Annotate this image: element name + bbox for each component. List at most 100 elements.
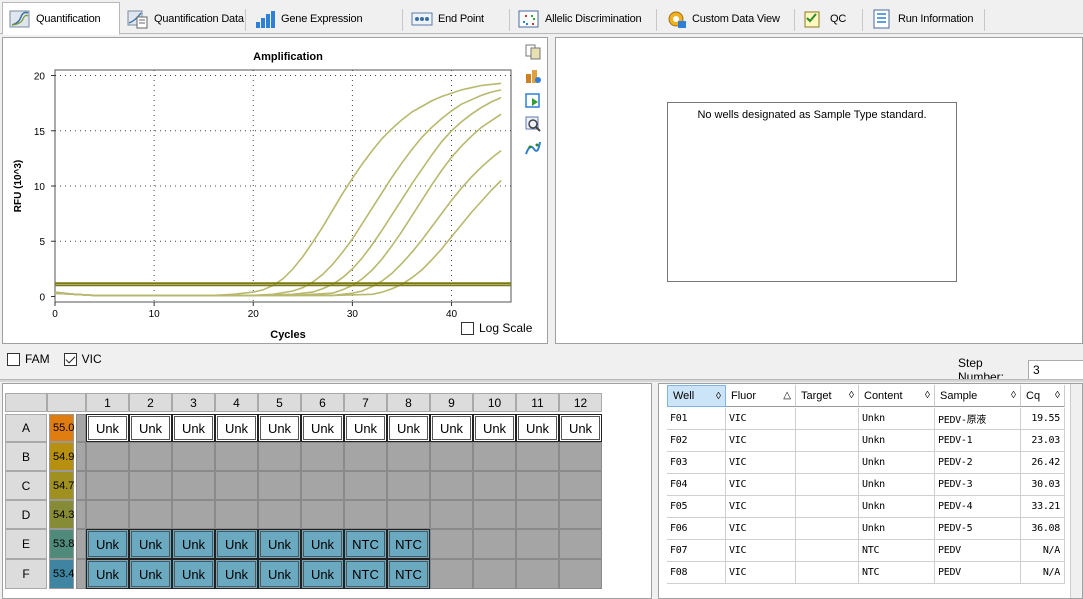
table-cell[interactable]: Unkn — [859, 518, 935, 540]
plate-well[interactable] — [559, 559, 602, 589]
plate-well[interactable]: Unk — [344, 414, 387, 442]
plate-well[interactable]: NTC — [344, 559, 387, 589]
table-cell[interactable] — [796, 562, 859, 584]
table-cell[interactable]: Unkn — [859, 452, 935, 474]
table-cell[interactable]: VIC — [726, 496, 796, 518]
plate-well[interactable] — [215, 442, 258, 471]
plate-well[interactable]: Unk — [559, 414, 602, 442]
plate-well[interactable]: Unk — [215, 559, 258, 589]
table-cell[interactable]: VIC — [726, 452, 796, 474]
table-cell[interactable]: F03 — [667, 452, 726, 474]
table-cell[interactable] — [796, 518, 859, 540]
plate-column-header[interactable]: 12 — [559, 393, 602, 412]
zoom-icon[interactable] — [524, 115, 542, 133]
plate-well[interactable]: Unk — [301, 559, 344, 589]
log-scale-checkbox[interactable] — [461, 321, 474, 335]
column-header-cq[interactable]: Cq ◊ — [1021, 385, 1065, 407]
plate-well[interactable] — [172, 500, 215, 529]
table-cell[interactable]: Unkn — [859, 408, 935, 430]
plate-well[interactable] — [129, 500, 172, 529]
plate-well[interactable]: Unk — [172, 529, 215, 559]
plate-well[interactable]: Unk — [129, 559, 172, 589]
plate-well[interactable] — [387, 500, 430, 529]
plate-well[interactable]: Unk — [387, 414, 430, 442]
column-header-target[interactable]: Target ◊ — [796, 385, 859, 407]
plate-column-header[interactable]: 9 — [430, 393, 473, 412]
plate-well[interactable] — [559, 500, 602, 529]
table-cell[interactable]: 23.03 — [1021, 430, 1065, 452]
table-scrollbar[interactable] — [1070, 384, 1082, 598]
plate-row-header[interactable]: B — [5, 442, 47, 471]
log-scale-toggle[interactable]: Log Scale — [461, 321, 532, 335]
table-cell[interactable] — [796, 474, 859, 496]
table-cell[interactable]: F05 — [667, 496, 726, 518]
plate-well[interactable] — [430, 442, 473, 471]
plate-column-header[interactable]: 8 — [387, 393, 430, 412]
refresh-icon[interactable] — [524, 91, 542, 109]
table-cell[interactable]: VIC — [726, 518, 796, 540]
column-header-content[interactable]: Content ◊ — [859, 385, 935, 407]
table-cell[interactable]: PEDV-3 — [935, 474, 1021, 496]
table-cell[interactable]: PEDV — [935, 562, 1021, 584]
plate-well[interactable]: Unk — [172, 414, 215, 442]
tab-end-point[interactable]: End Point — [404, 4, 511, 34]
table-cell[interactable]: VIC — [726, 474, 796, 496]
plate-well[interactable] — [516, 442, 559, 471]
plate-well[interactable]: Unk — [258, 529, 301, 559]
plate-well[interactable] — [559, 529, 602, 559]
table-cell[interactable]: Unkn — [859, 430, 935, 452]
table-cell[interactable]: PEDV — [935, 540, 1021, 562]
plate-well[interactable]: Unk — [215, 414, 258, 442]
column-header-well[interactable]: Well ◊ — [667, 385, 726, 407]
plate-row-header[interactable]: D — [5, 500, 47, 529]
table-cell[interactable]: F04 — [667, 474, 726, 496]
fluor-checkbox[interactable] — [7, 352, 20, 366]
plate-well[interactable]: Unk — [172, 559, 215, 589]
table-cell[interactable]: N/A — [1021, 540, 1065, 562]
fluor-checkbox[interactable] — [63, 352, 77, 366]
plate-well[interactable]: Unk — [86, 559, 129, 589]
panel-splitter[interactable] — [0, 379, 1083, 382]
plate-column-header[interactable]: 4 — [215, 393, 258, 412]
plate-well[interactable] — [516, 559, 559, 589]
plate-well[interactable]: Unk — [258, 559, 301, 589]
plate-column-header[interactable]: 11 — [516, 393, 559, 412]
table-cell[interactable]: 30.03 — [1021, 474, 1065, 496]
table-cell[interactable]: 36.08 — [1021, 518, 1065, 540]
plate-well[interactable] — [516, 529, 559, 559]
plate-well[interactable] — [129, 471, 172, 500]
plate-well[interactable] — [473, 500, 516, 529]
plate-well[interactable] — [473, 529, 516, 559]
column-header-sample[interactable]: Sample ◊ — [935, 385, 1021, 407]
table-cell[interactable]: F01 — [667, 408, 726, 430]
plate-row-header[interactable]: E — [5, 529, 47, 559]
plate-well[interactable] — [86, 500, 129, 529]
tab-custom-data-view[interactable]: Custom Data View — [658, 4, 796, 34]
plate-well[interactable] — [301, 442, 344, 471]
table-cell[interactable]: PEDV-原液 — [935, 408, 1021, 430]
plate-well[interactable] — [86, 442, 129, 471]
plate-well[interactable] — [215, 500, 258, 529]
table-cell[interactable]: F08 — [667, 562, 726, 584]
plate-column-header[interactable]: 6 — [301, 393, 344, 412]
plate-column-header[interactable]: 3 — [172, 393, 215, 412]
tab-qc[interactable]: QC — [796, 4, 864, 34]
table-cell[interactable]: NTC — [859, 540, 935, 562]
table-cell[interactable]: F06 — [667, 518, 726, 540]
column-header-fluor[interactable]: Fluor △ — [726, 385, 796, 407]
plate-well[interactable]: Unk — [301, 529, 344, 559]
table-cell[interactable]: NTC — [859, 562, 935, 584]
table-cell[interactable]: Unkn — [859, 496, 935, 518]
plate-well[interactable]: NTC — [387, 559, 430, 589]
table-cell[interactable]: VIC — [726, 562, 796, 584]
table-cell[interactable]: 19.55 — [1021, 408, 1065, 430]
plate-well[interactable] — [516, 471, 559, 500]
plate-well[interactable]: Unk — [129, 529, 172, 559]
plate-well[interactable]: Unk — [258, 414, 301, 442]
plate-well[interactable] — [430, 529, 473, 559]
copy-icon[interactable] — [524, 43, 542, 61]
plate-well[interactable] — [473, 559, 516, 589]
plate-well[interactable] — [215, 471, 258, 500]
export-icon[interactable] — [524, 67, 542, 85]
plate-column-header[interactable]: 1 — [86, 393, 129, 412]
